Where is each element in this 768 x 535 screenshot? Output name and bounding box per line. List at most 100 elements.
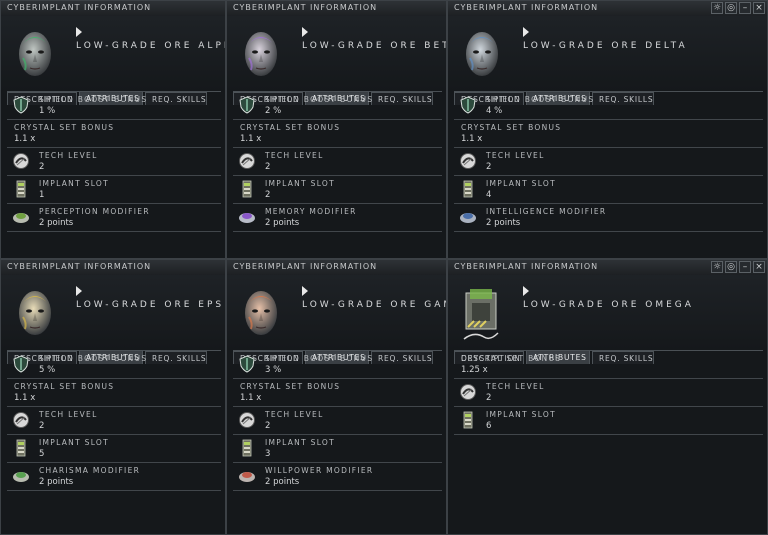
tech-level-icon	[459, 383, 477, 401]
attribute-value: 2 points	[39, 477, 74, 487]
settings-icon[interactable]: ◎	[725, 2, 737, 14]
window-title-bar[interactable]: CYBERIMPLANT INFORMATION	[1, 1, 225, 17]
attribute-label: CRYSTAL SET BONUS	[461, 123, 562, 132]
minimize-icon[interactable]: –	[739, 261, 751, 273]
pin-icon[interactable]: ☼	[711, 261, 723, 273]
info-window-low-grade-ore-delta[interactable]: CYBERIMPLANT INFORMATION ☼ ◎ – × LOW-GRADE …	[447, 0, 768, 259]
attribute-label: CRYSTAL SET BONUS	[240, 382, 341, 391]
pin-icon[interactable]: ☼	[711, 2, 723, 14]
attribute-value: 1.1 x	[240, 393, 262, 403]
attribute-label: IMPLANT SLOT	[39, 438, 110, 447]
attribute-value: 2	[486, 393, 492, 403]
attribute-value: 1.1 x	[461, 134, 483, 144]
expand-arrow-icon[interactable]	[302, 286, 308, 296]
attribute-value: 1 %	[39, 106, 56, 116]
attribute-row-tech-level: TECH LEVEL 2	[233, 407, 442, 435]
tech-level-icon	[238, 411, 256, 429]
item-thumbnail	[460, 283, 504, 343]
attributes-list: CRYSTAL SET BONUS 1.25 x TECH LEVEL 2 IM…	[454, 350, 763, 435]
intelligence-icon	[459, 208, 477, 226]
info-window-low-grade-ore-omega[interactable]: CYBERIMPLANT INFORMATION ☼ ◎ – × LOW-GRADE …	[447, 259, 768, 535]
attribute-value: 2	[486, 162, 492, 172]
info-window-low-grade-ore-alpha[interactable]: CYBERIMPLANT INFORMATION LOW-GRADE ORE A…	[0, 0, 226, 259]
implant-slot-icon	[459, 180, 477, 198]
tech-level-icon	[238, 152, 256, 170]
info-window-low-grade-ore-beta[interactable]: CYBERIMPLANT INFORMATION LOW-GRADE ORE B…	[226, 0, 447, 259]
attribute-row-implant-slot: IMPLANT SLOT 5	[7, 435, 221, 463]
attribute-row-shield-boost-bonus: SHIELD BOOST BONUS 2 %	[233, 92, 442, 120]
attributes-list: SHIELD BOOST BONUS 2 % CRYSTAL SET BONUS…	[233, 91, 442, 232]
shield-icon	[238, 96, 256, 114]
attribute-value: 2	[265, 162, 271, 172]
item-name: LOW-GRADE ORE ALPHA	[76, 41, 225, 51]
attribute-value: 2	[265, 421, 271, 431]
item-header: LOW-GRADE ORE OMEGA DESCRIPTION ATTRIBUTE…	[448, 275, 767, 364]
attributes-list: SHIELD BOOST BONUS 4 % CRYSTAL SET BONUS…	[454, 91, 763, 232]
window-title-bar[interactable]: CYBERIMPLANT INFORMATION ☼ ◎ – ×	[448, 1, 767, 17]
expand-arrow-icon[interactable]	[523, 27, 529, 37]
attribute-value: 2 %	[265, 106, 282, 116]
implant-slot-icon	[12, 439, 30, 457]
window-title: CYBERIMPLANT INFORMATION	[454, 262, 599, 271]
item-header: LOW-GRADE ORE BETA DESCRIPTION ATTRIBUTES…	[227, 16, 446, 105]
item-header: LOW-GRADE ORE EPSILON DESCRIPTIONATTRIBU…	[1, 275, 225, 364]
window-title: CYBERIMPLANT INFORMATION	[7, 262, 152, 271]
minimize-icon[interactable]: –	[739, 2, 751, 14]
expand-arrow-icon[interactable]	[76, 286, 82, 296]
attribute-row-shield-boost-bonus: SHIELD BOOST BONUS 4 %	[454, 92, 763, 120]
shield-icon	[12, 96, 30, 114]
info-window-low-grade-ore-epsilon[interactable]: CYBERIMPLANT INFORMATION LOW-GRADE ORE E…	[0, 259, 226, 535]
attribute-label: TECH LEVEL	[39, 410, 98, 419]
close-icon[interactable]: ×	[753, 261, 765, 273]
attribute-value: 2 points	[265, 477, 300, 487]
attribute-label: IMPLANT SLOT	[265, 179, 336, 188]
attributes-list: SHIELD BOOST BONUS 5 % CRYSTAL SET BONUS…	[7, 350, 221, 491]
info-window-low-grade-ore-gamma[interactable]: CYBERIMPLANT INFORMATION LOW-GRADE ORE G…	[226, 259, 447, 535]
window-title-bar[interactable]: CYBERIMPLANT INFORMATION	[227, 1, 446, 17]
attributes-list: SHIELD BOOST BONUS 3 % CRYSTAL SET BONUS…	[233, 350, 442, 491]
attribute-label: SHIELD BOOST BONUS	[39, 95, 148, 104]
attribute-label: WILLPOWER MODIFIER	[265, 466, 374, 475]
item-header: LOW-GRADE ORE DELTA DESCRIPTION ATTRIBUTE…	[448, 16, 767, 105]
attribute-row-implant-slot: IMPLANT SLOT 4	[454, 176, 763, 204]
attribute-label: TECH LEVEL	[486, 382, 545, 391]
attribute-label: CRYSTAL SET BONUS	[14, 382, 115, 391]
attribute-value: 5	[39, 449, 45, 459]
attribute-row-shield-boost-bonus: SHIELD BOOST BONUS 1 %	[7, 92, 221, 120]
expand-arrow-icon[interactable]	[302, 27, 308, 37]
attribute-row-implant-slot: IMPLANT SLOT 3	[233, 435, 442, 463]
attributes-list: SHIELD BOOST BONUS 1 % CRYSTAL SET BONUS…	[7, 91, 221, 232]
expand-arrow-icon[interactable]	[523, 286, 529, 296]
attribute-value: 2	[39, 421, 45, 431]
attribute-value: 2	[39, 162, 45, 172]
item-thumbnail	[13, 283, 57, 343]
window-title-bar[interactable]: CYBERIMPLANT INFORMATION	[1, 260, 225, 276]
expand-arrow-icon[interactable]	[76, 27, 82, 37]
close-icon[interactable]: ×	[753, 2, 765, 14]
attribute-value: 1.25 x	[461, 365, 488, 375]
attribute-label: CRYSTAL SET BONUS	[14, 123, 115, 132]
attribute-label: IMPLANT SLOT	[265, 438, 336, 447]
attribute-value: 1	[39, 190, 45, 200]
attribute-value: 2 points	[486, 218, 521, 228]
window-controls: ☼ ◎ – ×	[711, 2, 765, 14]
attribute-value: 2 points	[39, 218, 74, 228]
attribute-row-shield-boost-bonus: SHIELD BOOST BONUS 3 %	[233, 351, 442, 379]
attribute-value: 4	[486, 190, 492, 200]
window-title-bar[interactable]: CYBERIMPLANT INFORMATION	[227, 260, 446, 276]
item-header: LOW-GRADE ORE ALPHA DESCRIPTIONATTRIBUTE…	[1, 16, 225, 105]
attribute-value: 2	[265, 190, 271, 200]
settings-icon[interactable]: ◎	[725, 261, 737, 273]
attribute-row-crystal-set-bonus: CRYSTAL SET BONUS 1.1 x	[233, 120, 442, 148]
attribute-row-implant-slot: IMPLANT SLOT 6	[454, 407, 763, 435]
window-title-bar[interactable]: CYBERIMPLANT INFORMATION ☼ ◎ – ×	[448, 260, 767, 276]
window-title: CYBERIMPLANT INFORMATION	[7, 3, 152, 12]
attribute-row-tech-level: TECH LEVEL 2	[7, 148, 221, 176]
attribute-label: TECH LEVEL	[265, 410, 324, 419]
attribute-row-implant-slot: IMPLANT SLOT 1	[7, 176, 221, 204]
attribute-label: TECH LEVEL	[39, 151, 98, 160]
tech-level-icon	[459, 152, 477, 170]
item-name: LOW-GRADE ORE OMEGA	[523, 300, 694, 310]
item-thumbnail	[239, 24, 283, 84]
tech-level-icon	[12, 411, 30, 429]
